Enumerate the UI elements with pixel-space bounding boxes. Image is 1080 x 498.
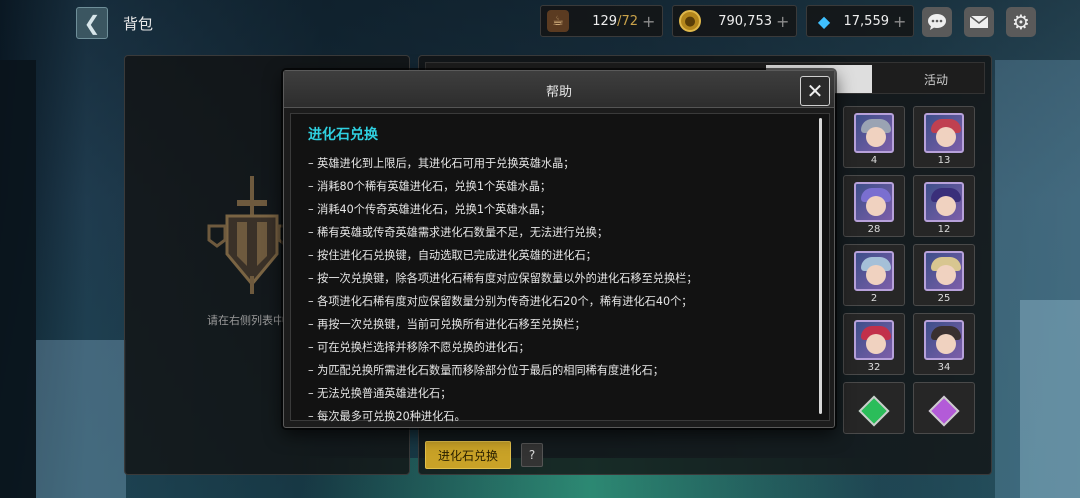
help-line: 无法兑换普通英雄进化石； bbox=[308, 382, 813, 405]
dialog-body[interactable]: 进化石兑换 英雄进化到上限后，其进化石可用于兑换英雄水晶； 消耗80个稀有英雄进… bbox=[290, 113, 830, 423]
chat-icon bbox=[928, 14, 946, 30]
close-icon: ✕ bbox=[806, 79, 824, 103]
item-count: 34 bbox=[937, 362, 951, 373]
help-line: 每次最多可兑换20种进化石。 bbox=[308, 405, 813, 428]
green-gem-icon bbox=[858, 395, 890, 427]
help-line: 再按一次兑换键，当前可兑换所有进化石移至兑换栏； bbox=[308, 313, 813, 336]
hero-portrait bbox=[924, 182, 964, 222]
left-hint-text: 请在右侧列表中 bbox=[207, 314, 284, 327]
item-count: 32 bbox=[867, 362, 881, 373]
help-line: 英雄进化到上限后，其进化石可用于兑换英雄水晶； bbox=[308, 152, 813, 175]
help-line: 消耗40个传奇英雄进化石，兑换1个英雄水晶； bbox=[308, 198, 813, 221]
gem-value: 17,559 bbox=[843, 13, 890, 29]
section-title: 进化石兑换 bbox=[308, 127, 378, 143]
purple-gem-icon bbox=[928, 395, 960, 427]
chevron-left-icon: ❮ bbox=[83, 11, 101, 35]
diamond-icon: ◆ bbox=[817, 11, 831, 31]
item-slot[interactable]: 28 bbox=[843, 175, 905, 237]
add-gem-icon[interactable]: + bbox=[893, 12, 907, 31]
item-slot[interactable]: 34 bbox=[913, 313, 975, 375]
item-count: 13 bbox=[937, 155, 951, 166]
item-count: 2 bbox=[870, 293, 878, 304]
gold-counter[interactable]: ● 790,753 + bbox=[672, 5, 797, 37]
mail-icon bbox=[969, 15, 989, 28]
mail-button[interactable] bbox=[964, 7, 994, 37]
evolution-stone-exchange-button[interactable]: 进化石兑换 bbox=[425, 441, 511, 469]
hero-portrait bbox=[924, 113, 964, 153]
help-line: 按一次兑换键，除各项进化石稀有度对应保留数量以外的进化石移至兑换栏； bbox=[308, 267, 813, 290]
item-slot[interactable] bbox=[843, 382, 905, 434]
item-count: 12 bbox=[937, 224, 951, 235]
stamina-max: /72 bbox=[617, 13, 638, 29]
gold-coin-icon: ● bbox=[679, 10, 701, 32]
chat-button[interactable] bbox=[922, 7, 952, 37]
coffee-cup-icon: ☕ bbox=[547, 10, 569, 32]
stamina-current: 129 bbox=[592, 13, 618, 29]
help-line: 按住进化石兑换键，自动选取已完成进化英雄的进化石； bbox=[308, 244, 813, 267]
item-slot[interactable]: 25 bbox=[913, 244, 975, 306]
help-line: 消耗80个稀有英雄进化石，兑换1个英雄水晶； bbox=[308, 175, 813, 198]
item-slot[interactable] bbox=[913, 382, 975, 434]
help-dialog: 帮助 ✕ 进化石兑换 英雄进化到上限后，其进化石可用于兑换英雄水晶； 消耗80个… bbox=[283, 70, 835, 428]
item-slot[interactable]: 2 bbox=[843, 244, 905, 306]
item-count: 28 bbox=[867, 224, 881, 235]
add-gold-icon[interactable]: + bbox=[776, 12, 790, 31]
add-stamina-icon[interactable]: + bbox=[642, 12, 656, 31]
help-button[interactable]: ? bbox=[521, 443, 543, 467]
hero-portrait bbox=[854, 320, 894, 360]
item-count: 25 bbox=[937, 293, 951, 304]
help-line: 可在兑换栏选择并移除不愿兑换的进化石； bbox=[308, 336, 813, 359]
page-title: 背包 bbox=[123, 15, 154, 33]
hero-portrait bbox=[854, 113, 894, 153]
close-button[interactable]: ✕ bbox=[800, 76, 830, 106]
item-slot[interactable]: 13 bbox=[913, 106, 975, 168]
help-line: 稀有英雄或传奇英雄需求进化石数量不足，无法进行兑换； bbox=[308, 221, 813, 244]
hero-portrait bbox=[924, 320, 964, 360]
help-line: 各项进化石稀有度对应保留数量分别为传奇进化石20个，稀有进化石40个； bbox=[308, 290, 813, 313]
gold-value: 790,753 bbox=[718, 13, 772, 29]
tab-event[interactable]: 活动 bbox=[886, 65, 986, 93]
stamina-counter[interactable]: ☕ 129/72 + bbox=[540, 5, 663, 37]
item-slot[interactable]: 4 bbox=[843, 106, 905, 168]
hero-portrait bbox=[854, 251, 894, 291]
dialog-header: 帮助 ✕ bbox=[284, 71, 834, 108]
gear-icon: ⚙ bbox=[1012, 10, 1030, 34]
hero-portrait bbox=[854, 182, 894, 222]
back-button[interactable]: ❮ bbox=[76, 7, 108, 39]
hero-portrait bbox=[924, 251, 964, 291]
help-line: 为匹配兑换所需进化石数量而移除部分位于最后的相同稀有度进化石； bbox=[308, 359, 813, 382]
settings-button[interactable]: ⚙ bbox=[1006, 7, 1036, 37]
scrollbar[interactable] bbox=[819, 118, 822, 414]
dialog-title: 帮助 bbox=[545, 85, 572, 100]
item-count: 4 bbox=[870, 155, 878, 166]
item-slot[interactable]: 32 bbox=[843, 313, 905, 375]
help-list: 英雄进化到上限后，其进化石可用于兑换英雄水晶； 消耗80个稀有英雄进化石，兑换1… bbox=[308, 152, 813, 428]
gem-counter[interactable]: ◆ 17,559 + bbox=[806, 5, 914, 37]
item-slot[interactable]: 12 bbox=[913, 175, 975, 237]
